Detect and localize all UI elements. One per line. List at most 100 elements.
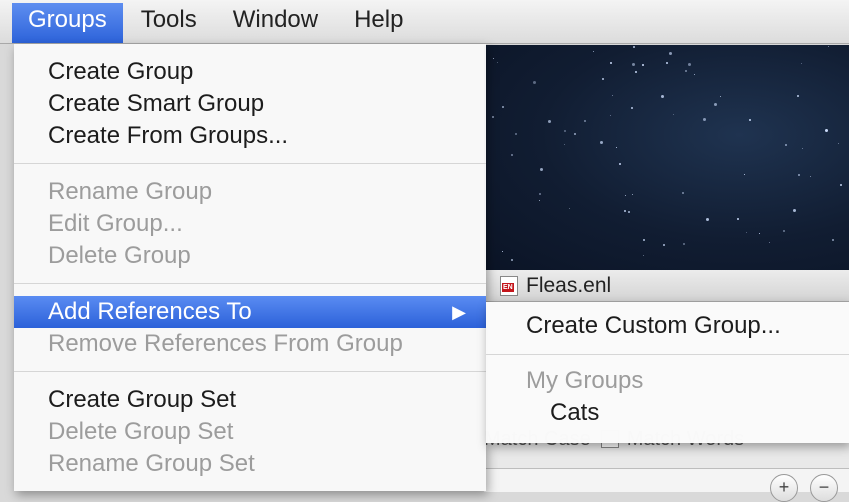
menu-groups[interactable]: Groups bbox=[12, 3, 123, 43]
menu-separator bbox=[14, 371, 486, 372]
star bbox=[744, 174, 745, 175]
star bbox=[539, 200, 540, 201]
menu-item-rename-group-set: Rename Group Set bbox=[48, 450, 255, 477]
star bbox=[801, 63, 802, 64]
star bbox=[769, 242, 770, 243]
star bbox=[493, 58, 494, 59]
star bbox=[515, 133, 517, 135]
menu-window[interactable]: Window bbox=[215, 5, 336, 39]
star bbox=[663, 244, 665, 246]
star bbox=[602, 78, 604, 80]
star bbox=[666, 62, 668, 64]
star bbox=[661, 95, 664, 98]
star bbox=[683, 243, 685, 245]
star bbox=[682, 192, 684, 194]
star bbox=[694, 74, 695, 75]
menu-bar: Groups Tools Window Help bbox=[0, 0, 849, 44]
star bbox=[612, 95, 613, 96]
menu-item-create-group[interactable]: Create Group bbox=[14, 56, 486, 88]
star bbox=[793, 209, 796, 212]
star bbox=[610, 62, 612, 64]
star bbox=[633, 46, 635, 48]
star bbox=[643, 255, 644, 256]
star bbox=[600, 141, 603, 144]
star bbox=[502, 251, 503, 252]
star bbox=[511, 154, 513, 156]
menu-item-create-smart-group[interactable]: Create Smart Group bbox=[14, 88, 486, 120]
star bbox=[832, 239, 834, 241]
star bbox=[584, 120, 586, 122]
menu-item-add-references-to[interactable]: Add References To ▶ bbox=[14, 296, 486, 328]
menu-tools[interactable]: Tools bbox=[123, 5, 215, 39]
file-badge: EN bbox=[502, 282, 514, 292]
menu-item-add-references-label: Add References To bbox=[48, 298, 252, 325]
star bbox=[759, 233, 760, 234]
star bbox=[685, 70, 687, 72]
menu-item-edit-group: Edit Group... bbox=[48, 210, 183, 237]
star bbox=[749, 119, 751, 121]
add-button[interactable]: + bbox=[770, 474, 798, 502]
star bbox=[828, 46, 829, 47]
star bbox=[548, 120, 551, 123]
menu-item-delete-group-set: Delete Group Set bbox=[48, 418, 234, 445]
remove-button[interactable]: − bbox=[810, 474, 838, 502]
star bbox=[511, 259, 513, 261]
star bbox=[569, 208, 570, 209]
star bbox=[720, 96, 721, 97]
star bbox=[785, 144, 787, 146]
star bbox=[628, 211, 630, 213]
groups-menu: Create Group Create Smart Group Create F… bbox=[14, 44, 486, 491]
menu-item-rename-group: Rename Group bbox=[48, 178, 213, 205]
star bbox=[642, 64, 644, 66]
star bbox=[574, 133, 576, 135]
menu-item-remove-references: Remove References From Group bbox=[48, 330, 403, 357]
star bbox=[703, 118, 706, 121]
star bbox=[810, 176, 811, 177]
star bbox=[616, 147, 617, 148]
star bbox=[838, 143, 839, 144]
star bbox=[783, 230, 785, 232]
star bbox=[497, 62, 498, 63]
star bbox=[540, 168, 543, 171]
menu-help[interactable]: Help bbox=[336, 5, 421, 39]
triangle-right-icon: ▶ bbox=[452, 302, 466, 322]
library-title-bar: EN Fleas.enl bbox=[484, 270, 849, 302]
submenu-item-group-cats[interactable]: Cats bbox=[486, 397, 849, 429]
star bbox=[673, 114, 674, 115]
library-file-name: Fleas.enl bbox=[526, 273, 612, 297]
star bbox=[706, 218, 709, 221]
star bbox=[635, 71, 637, 73]
star bbox=[825, 129, 828, 132]
star bbox=[802, 148, 803, 149]
star bbox=[502, 106, 504, 108]
star bbox=[533, 81, 536, 84]
star bbox=[632, 63, 635, 66]
star bbox=[737, 218, 739, 220]
menu-item-create-group-set[interactable]: Create Group Set bbox=[14, 384, 486, 416]
star bbox=[631, 107, 633, 109]
star bbox=[746, 232, 747, 233]
star bbox=[539, 193, 541, 195]
submenu-header-my-groups: My Groups bbox=[526, 367, 644, 394]
star bbox=[564, 130, 566, 132]
submenu-separator bbox=[486, 354, 849, 355]
star bbox=[643, 239, 645, 241]
star bbox=[797, 95, 799, 97]
star bbox=[610, 115, 611, 116]
star bbox=[714, 103, 717, 106]
star bbox=[625, 195, 626, 196]
menu-item-create-from-groups[interactable]: Create From Groups... bbox=[14, 120, 486, 152]
star bbox=[798, 174, 800, 176]
menu-separator bbox=[14, 163, 486, 164]
submenu-item-create-custom-group[interactable]: Create Custom Group... bbox=[486, 310, 849, 342]
add-references-submenu: Create Custom Group... My Groups Cats bbox=[486, 302, 849, 443]
star bbox=[669, 52, 672, 55]
starfield-background bbox=[484, 45, 849, 270]
star bbox=[593, 51, 594, 52]
star bbox=[624, 210, 626, 212]
star bbox=[492, 116, 494, 118]
menu-item-delete-group: Delete Group bbox=[48, 242, 191, 269]
star bbox=[632, 194, 633, 195]
endnote-library-icon: EN bbox=[500, 275, 518, 296]
menu-separator bbox=[14, 283, 486, 284]
